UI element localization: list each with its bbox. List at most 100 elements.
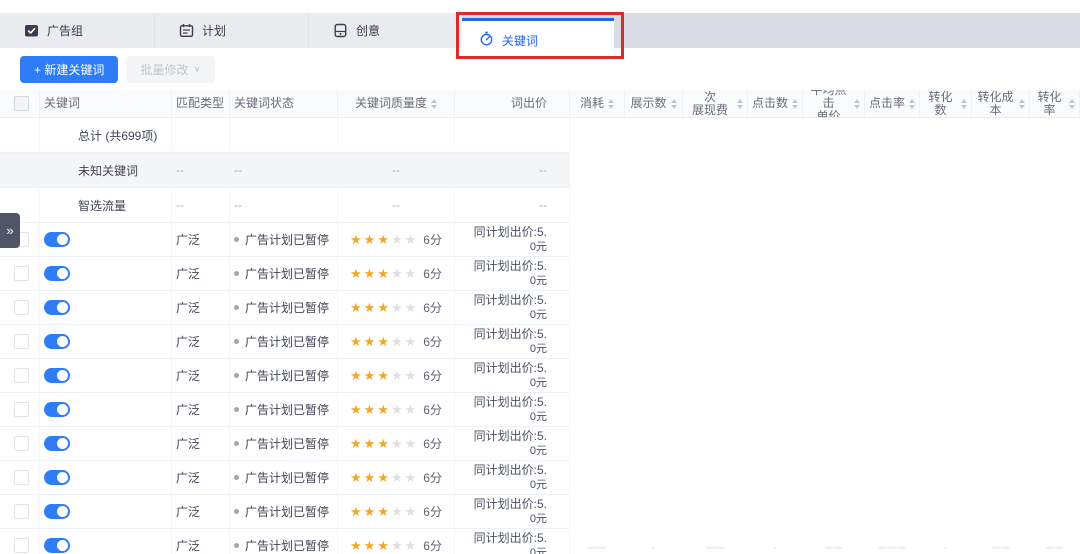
keyword-enable-toggle[interactable] xyxy=(44,538,70,553)
new-keyword-label: + 新建关键词 xyxy=(34,61,104,78)
tab-keyword[interactable]: 关键词 xyxy=(462,18,614,59)
status-text: 广告计划已暂停 xyxy=(245,265,329,282)
keyword-enable-toggle[interactable] xyxy=(44,300,70,315)
select-all-checkbox[interactable] xyxy=(14,96,29,111)
keyword-enable-toggle[interactable] xyxy=(44,470,70,485)
batch-edit-button[interactable]: 批量修改 ∨ xyxy=(126,56,214,83)
sort-icon[interactable] xyxy=(854,99,860,109)
cell-word-bid[interactable]: 同计划出价:5.0元 xyxy=(455,257,570,291)
star-icon: ★ xyxy=(405,470,417,486)
cell-word-bid[interactable]: 同计划出价:5.0元 xyxy=(455,359,570,393)
keyword-enable-toggle[interactable] xyxy=(44,368,70,383)
cell-empty xyxy=(172,118,230,153)
row-checkbox[interactable] xyxy=(14,470,29,485)
toggle-knob xyxy=(57,438,68,449)
status-dot-icon xyxy=(234,237,239,242)
keyword-enable-toggle[interactable] xyxy=(44,504,70,519)
sidebar-expand-handle[interactable]: » xyxy=(0,213,20,248)
ad-group-icon xyxy=(24,23,39,38)
cell-word-bid[interactable]: 同计划出价:5.0元 xyxy=(455,529,570,554)
cell-word-bid[interactable]: 同计划出价:5.0元 xyxy=(455,461,570,495)
sort-icon[interactable] xyxy=(737,99,743,109)
sort-down-caret xyxy=(1069,105,1075,109)
redacted-metrics-area: ——-——-—————-———— xyxy=(570,119,1080,554)
row-checkbox[interactable] xyxy=(14,538,29,553)
col-conversion_cost[interactable]: 转化成本 xyxy=(972,90,1030,118)
col-avg_cpc[interactable]: 平均点击 单价 xyxy=(803,90,865,118)
status-dot-icon xyxy=(234,441,239,446)
sort-icon[interactable] xyxy=(1069,99,1075,109)
sort-icon[interactable] xyxy=(1019,99,1025,109)
star-icon: ★ xyxy=(391,538,403,554)
row-checkbox[interactable] xyxy=(14,266,29,281)
keyword-enable-toggle[interactable] xyxy=(44,402,70,417)
sort-down-caret xyxy=(608,105,614,109)
partial-value: ——— xyxy=(865,543,920,552)
tab-creative[interactable]: 创意 xyxy=(308,13,462,48)
cell-word-bid[interactable]: 同计划出价:5.0元 xyxy=(455,393,570,427)
sort-icon[interactable] xyxy=(431,99,437,109)
cell-keyword-status: 广告计划已暂停 xyxy=(230,291,338,325)
star-icon: ★ xyxy=(377,470,389,486)
col-conversion_rate[interactable]: 转化率 xyxy=(1030,90,1080,118)
col-cost[interactable]: 消耗 xyxy=(570,90,625,118)
cell-word-bid: -- xyxy=(455,153,570,188)
keyword-enable-toggle[interactable] xyxy=(44,266,70,281)
cell-word-bid[interactable]: 同计划出价:5.0元 xyxy=(455,223,570,257)
cell-word-bid[interactable]: 同计划出价:5.0元 xyxy=(455,427,570,461)
col-impressions[interactable]: 展示数 xyxy=(625,90,683,118)
tab-plan[interactable]: 计划 xyxy=(154,13,308,48)
col-conversions[interactable]: 转化数 xyxy=(920,90,972,118)
col-keyword_status: 关键词状态 xyxy=(230,90,338,118)
keyword-enable-toggle[interactable] xyxy=(44,334,70,349)
row-checkbox[interactable] xyxy=(14,300,29,315)
sort-icon[interactable] xyxy=(608,99,614,109)
keyword-enable-toggle[interactable] xyxy=(44,436,70,451)
toggle-knob xyxy=(57,540,68,551)
quality-score: 6分 xyxy=(423,333,442,350)
col-avg_cpm[interactable]: 平均千次 展现费用 xyxy=(683,90,748,118)
column-label: 平均点击 单价 xyxy=(807,90,850,118)
bid-text-line2: 0元 xyxy=(530,308,547,323)
star-icon: ★ xyxy=(350,538,362,554)
tab-ad-group[interactable]: 广告组 xyxy=(0,13,154,48)
tab-label: 创意 xyxy=(356,22,380,39)
sort-icon[interactable] xyxy=(792,99,798,109)
bid-text-line2: 0元 xyxy=(530,512,547,527)
row-checkbox[interactable] xyxy=(14,436,29,451)
cell-keyword-name xyxy=(40,223,172,257)
cell-keyword-quality: ★★★★★6分 xyxy=(338,291,455,325)
star-icon: ★ xyxy=(350,300,362,316)
star-icon: ★ xyxy=(350,368,362,384)
cell-match-type: 广泛 xyxy=(172,427,230,461)
sort-up-caret xyxy=(671,99,677,103)
row-checkbox[interactable] xyxy=(14,368,29,383)
star-icon: ★ xyxy=(364,266,376,282)
row-checkbox[interactable] xyxy=(14,504,29,519)
col-clicks[interactable]: 点击数 xyxy=(748,90,803,118)
keyword-enable-toggle[interactable] xyxy=(44,232,70,247)
star-icon: ★ xyxy=(350,266,362,282)
star-icon: ★ xyxy=(391,504,403,520)
cell-keyword-name xyxy=(40,427,172,461)
bid-text-line1: 同计划出价:5. xyxy=(474,497,547,512)
row-checkbox[interactable] xyxy=(14,402,29,417)
star-icon: ★ xyxy=(391,436,403,452)
cell-keyword-quality: ★★★★★6分 xyxy=(338,223,455,257)
cell-select xyxy=(0,359,40,393)
chevron-down-icon: ∨ xyxy=(193,65,200,74)
new-keyword-button[interactable]: + 新建关键词 xyxy=(20,56,118,83)
column-label: 关键词状态 xyxy=(234,97,294,110)
sort-icon[interactable] xyxy=(961,99,967,109)
cell-keyword-status: 广告计划已暂停 xyxy=(230,427,338,461)
star-icon: ★ xyxy=(377,538,389,554)
row-checkbox[interactable] xyxy=(14,334,29,349)
cell-word-bid[interactable]: 同计划出价:5.0元 xyxy=(455,291,570,325)
col-ctr[interactable]: 点击率 xyxy=(865,90,920,118)
cell-word-bid[interactable]: 同计划出价:5.0元 xyxy=(455,325,570,359)
col-keyword_quality[interactable]: 关键词质量度 xyxy=(338,90,455,118)
sort-icon[interactable] xyxy=(909,99,915,109)
sort-icon[interactable] xyxy=(671,99,677,109)
cell-word-bid[interactable]: 同计划出价:5.0元 xyxy=(455,495,570,529)
batch-edit-label: 批量修改 xyxy=(140,61,188,78)
